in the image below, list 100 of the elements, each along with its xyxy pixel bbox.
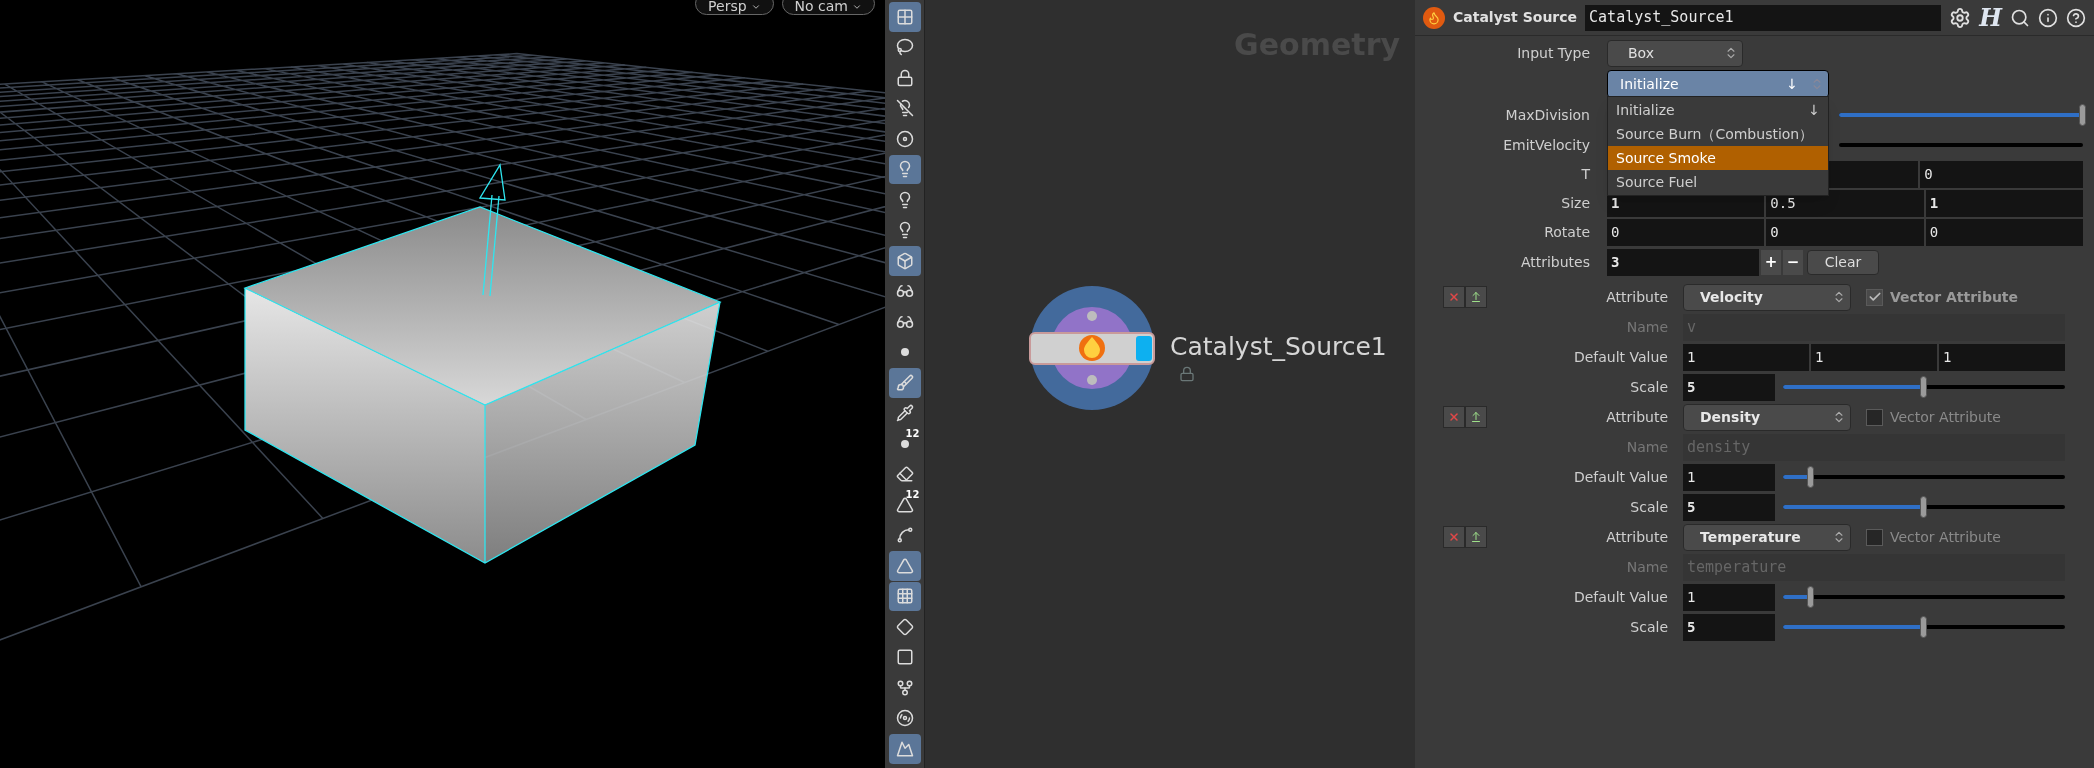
tool-button[interactable] <box>888 2 921 32</box>
settings-icon[interactable] <box>1949 6 1972 29</box>
view-menu-button[interactable]: No cam <box>781 0 875 15</box>
number-field[interactable]: 0 <box>1766 219 1924 246</box>
number-field[interactable]: 1 <box>1939 343 2065 371</box>
param-label: Name <box>1626 557 1668 577</box>
slider-thumb[interactable] <box>1920 616 1927 638</box>
param-label: EmitVelocity <box>1503 135 1590 155</box>
tool-button[interactable]: 12 <box>888 490 921 520</box>
delete-button[interactable] <box>1443 286 1465 308</box>
tool-button[interactable] <box>888 551 921 581</box>
slider-thumb[interactable] <box>1920 496 1927 518</box>
slider-thumb[interactable] <box>1807 586 1815 608</box>
tool-button[interactable] <box>888 246 921 276</box>
slider-thumb[interactable] <box>1807 466 1815 488</box>
menu-item[interactable]: Source Smoke <box>1608 146 1828 170</box>
arrow-up-icon <box>1470 531 1482 543</box>
slider[interactable] <box>1839 104 2083 126</box>
number-field[interactable]: 5 <box>1683 493 1775 521</box>
delete-button[interactable] <box>1443 526 1465 548</box>
number-field[interactable]: 0 <box>1925 219 2083 246</box>
number-field[interactable]: 1 <box>1683 583 1775 611</box>
help-icon[interactable] <box>2066 7 2086 28</box>
slider[interactable] <box>1783 496 2065 518</box>
close-icon <box>1448 291 1460 303</box>
viewport[interactable]: Persp No cam <box>0 0 885 768</box>
move-up-button[interactable] <box>1465 526 1487 548</box>
disc-icon <box>895 129 914 148</box>
square-icon <box>895 648 914 667</box>
slider[interactable] <box>1783 586 2065 608</box>
attribute-dropdown[interactable]: Temperature <box>1683 523 1851 551</box>
param-label: Name <box>1626 317 1668 337</box>
number-field[interactable]: 0 <box>1607 219 1765 246</box>
tool-button[interactable]: 12 <box>888 429 921 459</box>
param-label: Scale <box>1630 497 1668 517</box>
flame-icon <box>1423 6 1445 29</box>
remove-button[interactable]: − <box>1783 250 1803 275</box>
tool-count-label: 12 <box>905 429 920 439</box>
move-up-button[interactable] <box>1465 406 1487 428</box>
close-icon <box>1448 531 1460 543</box>
eraser-icon <box>895 465 914 484</box>
info-icon[interactable] <box>2038 7 2058 28</box>
menu-item[interactable]: Initialize ↓ <box>1608 98 1828 122</box>
view-menu-button[interactable]: Persp <box>695 0 774 15</box>
lock-icon <box>895 68 914 87</box>
cube-icon <box>895 251 914 270</box>
checkbox[interactable] <box>1866 288 1883 306</box>
logo-button[interactable]: H <box>1979 0 2002 36</box>
node-drawing[interactable] <box>1029 285 1155 411</box>
move-up-button[interactable] <box>1465 286 1487 308</box>
brush-icon <box>895 373 914 392</box>
checkbox[interactable] <box>1866 408 1883 426</box>
tool-button[interactable] <box>888 581 921 611</box>
param-label: Attribute <box>1606 407 1668 427</box>
number-field[interactable]: 5 <box>1683 613 1775 641</box>
mode-value: Initialize <box>1620 74 1679 94</box>
close-icon <box>1448 411 1460 423</box>
tool-button[interactable] <box>888 368 921 398</box>
param-label: Attribute <box>1606 527 1668 547</box>
tool-button[interactable] <box>888 734 921 764</box>
add-button[interactable]: + <box>1761 250 1781 275</box>
number-field[interactable]: 1 <box>1925 190 2083 217</box>
clear-button[interactable]: Clear <box>1807 250 1879 275</box>
slider[interactable] <box>1783 376 2065 398</box>
search-icon[interactable] <box>2010 7 2030 28</box>
number-field[interactable]: 0.5 <box>1766 190 1924 217</box>
slider[interactable] <box>1783 616 2065 638</box>
grid-icon <box>895 7 914 26</box>
checkbox[interactable] <box>1866 528 1883 546</box>
curve-icon <box>895 526 914 545</box>
attribute-dropdown[interactable]: Velocity <box>1683 283 1851 311</box>
param-label: T <box>1581 165 1590 184</box>
diamond-icon <box>895 617 914 636</box>
number-field[interactable]: 3 <box>1607 249 1759 276</box>
slider-thumb[interactable] <box>1920 376 1927 398</box>
param-label: Name <box>1626 437 1668 457</box>
menu-item[interactable]: Source Burn（Combustion） <box>1608 122 1828 146</box>
node-name-field[interactable]: Catalyst_Source1 <box>1585 4 1942 31</box>
param-label: MaxDivision <box>1505 105 1590 125</box>
mode-dropdown[interactable]: Initialize ↓ <box>1607 70 1829 98</box>
param-label: Default Value <box>1573 467 1668 487</box>
delete-button[interactable] <box>1443 406 1465 428</box>
number-field[interactable]: 0 <box>1920 161 2083 188</box>
number-field[interactable]: 1 <box>1683 343 1809 371</box>
number-field[interactable]: 1 <box>1683 463 1775 491</box>
arrow-up-icon <box>1470 291 1482 303</box>
number-field[interactable]: 1 <box>1811 343 1937 371</box>
param-label: Scale <box>1630 377 1668 397</box>
number-field[interactable]: 5 <box>1683 373 1775 401</box>
tool-button[interactable] <box>888 154 921 184</box>
mountain-icon <box>895 739 914 758</box>
slider[interactable] <box>1783 466 2065 488</box>
param-label: Attribute <box>1606 287 1668 307</box>
arrow-up-icon <box>1470 411 1482 423</box>
slider-thumb[interactable] <box>2079 104 2086 126</box>
input-type-dropdown[interactable]: Box <box>1607 39 1743 67</box>
checkbox-label: Vector Attribute <box>1890 287 2019 307</box>
attribute-dropdown[interactable]: Density <box>1683 403 1851 431</box>
hint-glyph: ↓ <box>1786 74 1798 94</box>
lasso-icon <box>895 38 914 57</box>
